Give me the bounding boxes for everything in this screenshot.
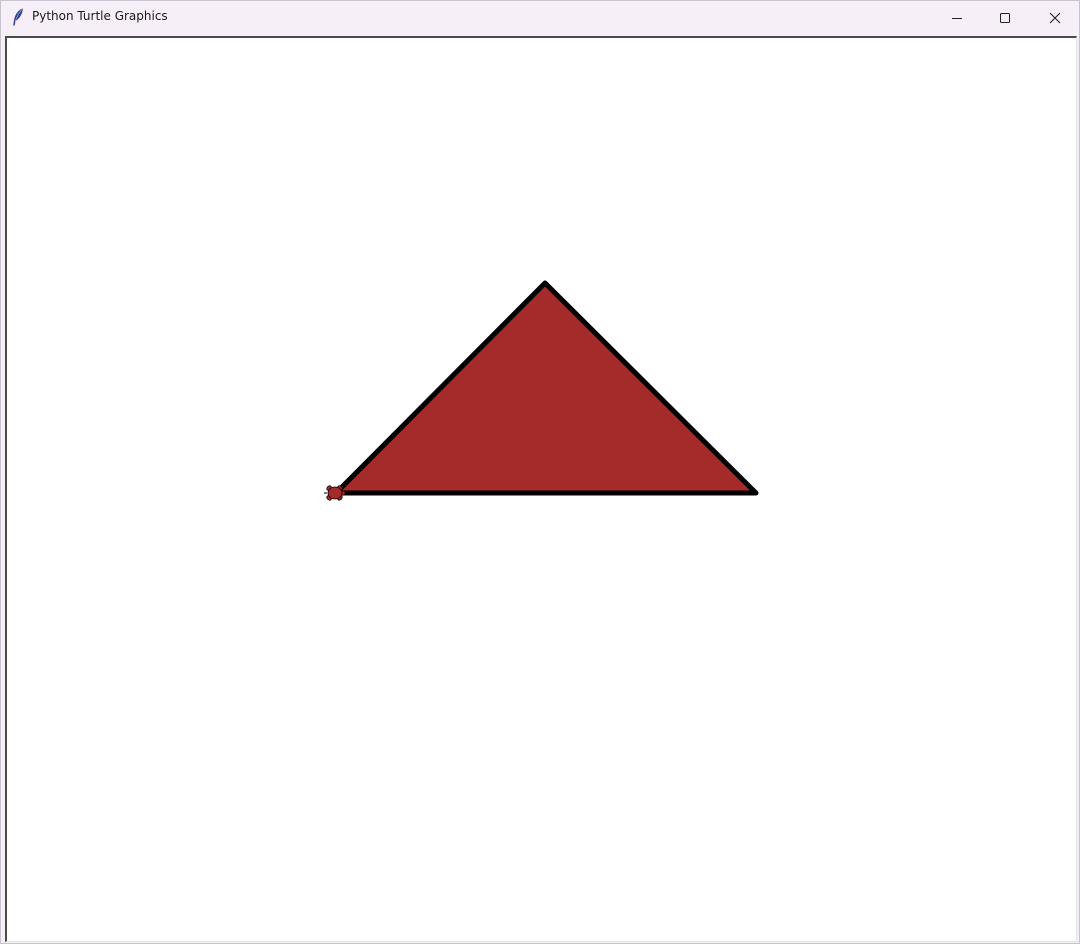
feather-icon	[13, 8, 23, 26]
canvas-frame	[5, 36, 1077, 942]
minimize-icon	[952, 17, 962, 19]
maximize-button[interactable]	[981, 1, 1029, 34]
turtle-icon	[324, 485, 346, 501]
turtle-canvas[interactable]	[7, 38, 1076, 941]
filled-triangle	[333, 280, 759, 496]
maximize-icon	[1000, 12, 1010, 23]
close-icon	[1049, 12, 1061, 23]
minimize-button[interactable]	[933, 1, 981, 34]
turtle-window: Python Turtle Graphics	[0, 0, 1080, 944]
close-button[interactable]	[1031, 1, 1079, 34]
title-bar[interactable]: Python Turtle Graphics	[1, 1, 1079, 34]
window-title: Python Turtle Graphics	[32, 9, 168, 23]
